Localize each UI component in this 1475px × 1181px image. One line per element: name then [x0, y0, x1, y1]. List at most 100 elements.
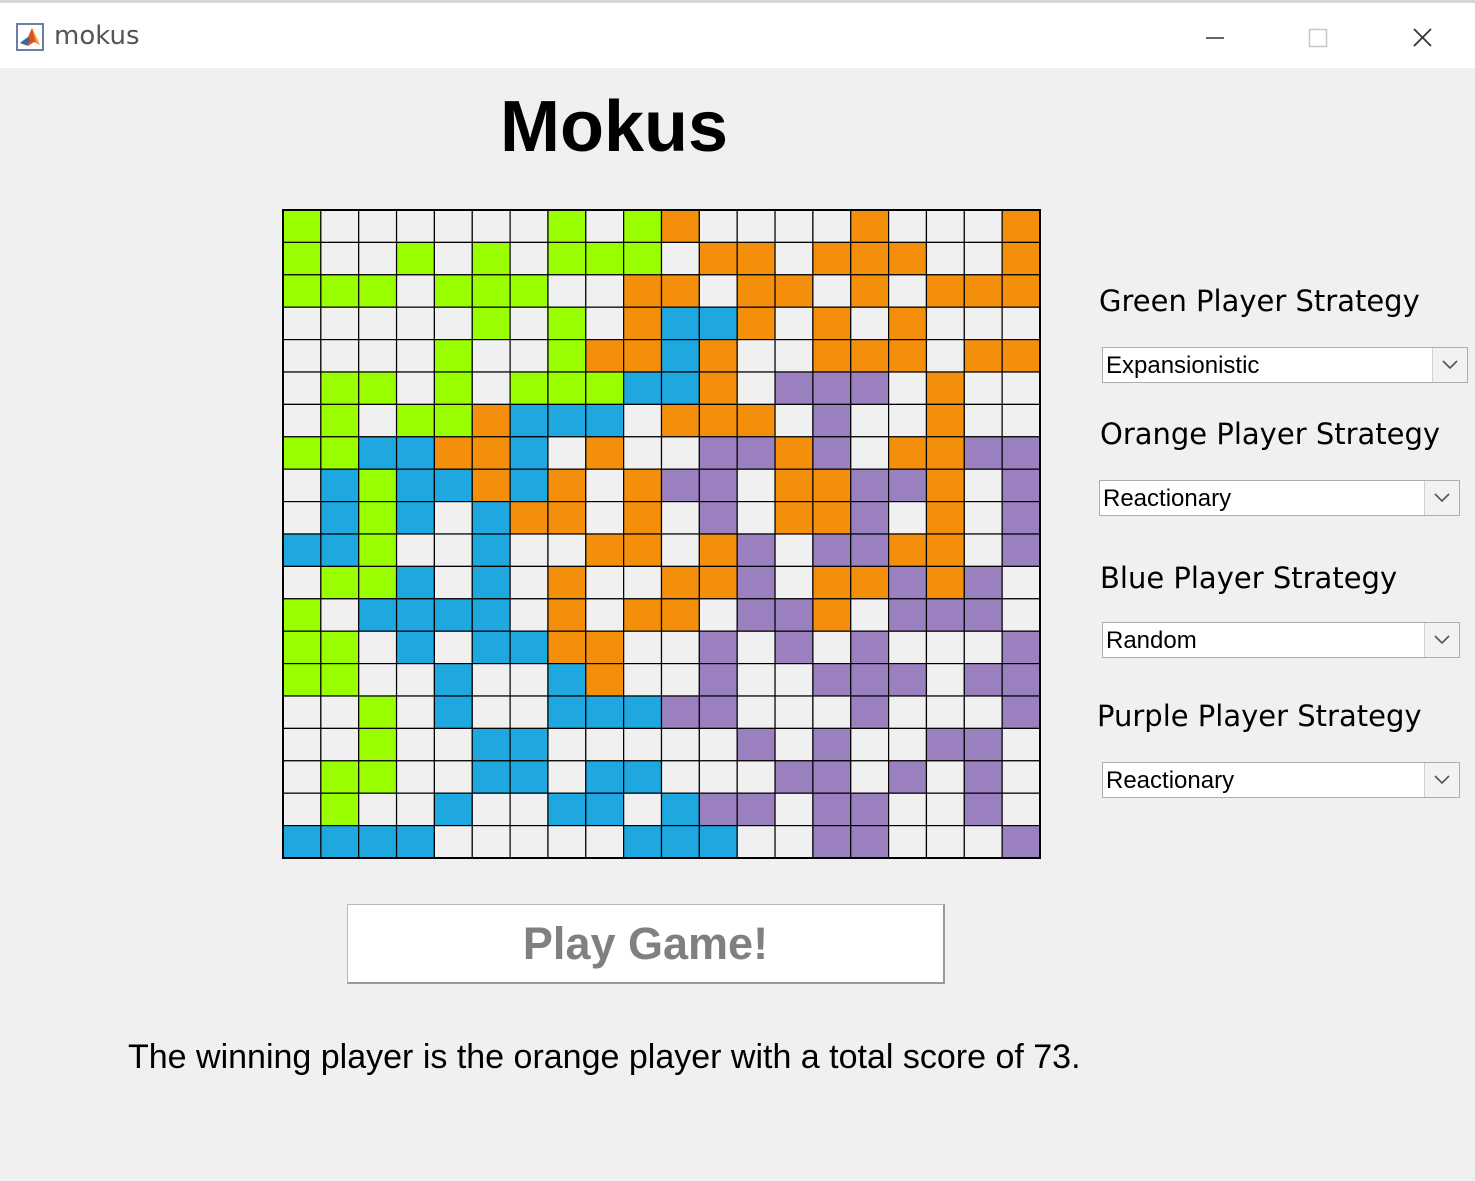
- board-cell-empty[interactable]: [509, 663, 549, 697]
- board-cell-empty[interactable]: [547, 727, 587, 762]
- board-cell-empty[interactable]: [433, 209, 473, 244]
- board-cell-purple[interactable]: [963, 598, 1003, 632]
- board-cell-green[interactable]: [282, 274, 322, 308]
- board-cell-green[interactable]: [623, 209, 663, 244]
- board-cell-green[interactable]: [358, 565, 398, 600]
- board-cell-empty[interactable]: [698, 727, 738, 762]
- board-cell-empty[interactable]: [925, 241, 965, 276]
- board-cell-empty[interactable]: [660, 630, 700, 665]
- board-cell-purple[interactable]: [736, 436, 776, 470]
- board-cell-green[interactable]: [547, 371, 587, 406]
- board-cell-empty[interactable]: [887, 403, 928, 438]
- board-cell-empty[interactable]: [963, 695, 1003, 730]
- board-cell-orange[interactable]: [887, 339, 928, 373]
- board-cell-empty[interactable]: [320, 306, 360, 341]
- board-cell-purple[interactable]: [812, 727, 852, 762]
- board-cell-purple[interactable]: [698, 663, 738, 697]
- board-cell-empty[interactable]: [509, 565, 549, 600]
- board-cell-empty[interactable]: [433, 630, 473, 665]
- board-cell-orange[interactable]: [925, 468, 965, 503]
- board-cell-orange[interactable]: [623, 339, 663, 373]
- board-cell-purple[interactable]: [698, 695, 738, 730]
- board-cell-blue[interactable]: [395, 468, 436, 503]
- board-cell-purple[interactable]: [812, 824, 852, 859]
- board-cell-empty[interactable]: [585, 209, 625, 244]
- board-cell-empty[interactable]: [395, 209, 436, 244]
- board-cell-empty[interactable]: [395, 727, 436, 762]
- board-cell-purple[interactable]: [774, 760, 814, 794]
- board-cell-empty[interactable]: [547, 274, 587, 308]
- board-cell-empty[interactable]: [963, 241, 1003, 276]
- board-cell-blue[interactable]: [320, 533, 360, 568]
- board-cell-empty[interactable]: [698, 598, 738, 632]
- board-cell-empty[interactable]: [887, 274, 928, 308]
- chevron-down-icon[interactable]: [1424, 623, 1459, 657]
- board-cell-blue[interactable]: [358, 598, 398, 632]
- board-cell-orange[interactable]: [925, 533, 965, 568]
- board-cell-green[interactable]: [585, 241, 625, 276]
- board-cell-blue[interactable]: [585, 760, 625, 794]
- board-cell-orange[interactable]: [660, 565, 700, 600]
- board-cell-empty[interactable]: [774, 209, 814, 244]
- board-cell-empty[interactable]: [963, 630, 1003, 665]
- board-cell-green[interactable]: [585, 371, 625, 406]
- board-cell-empty[interactable]: [925, 792, 965, 827]
- board-cell-empty[interactable]: [471, 792, 511, 827]
- board-cell-green[interactable]: [282, 241, 322, 276]
- board-cell-empty[interactable]: [358, 306, 398, 341]
- board-cell-green[interactable]: [320, 403, 360, 438]
- board-cell-empty[interactable]: [698, 760, 738, 794]
- board-cell-empty[interactable]: [358, 403, 398, 438]
- board-cell-green[interactable]: [282, 663, 322, 697]
- board-cell-orange[interactable]: [623, 598, 663, 632]
- board-cell-empty[interactable]: [887, 695, 928, 730]
- board-cell-empty[interactable]: [282, 727, 322, 762]
- board-cell-purple[interactable]: [736, 727, 776, 762]
- board-cell-empty[interactable]: [585, 468, 625, 503]
- board-cell-orange[interactable]: [547, 598, 587, 632]
- board-cell-empty[interactable]: [774, 403, 814, 438]
- board-cell-purple[interactable]: [774, 598, 814, 632]
- board-cell-empty[interactable]: [471, 339, 511, 373]
- board-cell-orange[interactable]: [547, 630, 587, 665]
- board-cell-green[interactable]: [547, 241, 587, 276]
- chevron-down-icon[interactable]: [1424, 763, 1459, 797]
- board-cell-empty[interactable]: [395, 760, 436, 794]
- board-cell-blue[interactable]: [660, 824, 700, 859]
- board-cell-blue[interactable]: [509, 630, 549, 665]
- board-cell-empty[interactable]: [774, 241, 814, 276]
- minimize-button[interactable]: [1166, 11, 1266, 63]
- board-cell-purple[interactable]: [1001, 533, 1041, 568]
- board-cell-orange[interactable]: [850, 241, 890, 276]
- board-cell-empty[interactable]: [395, 695, 436, 730]
- board-cell-empty[interactable]: [812, 209, 852, 244]
- board-cell-empty[interactable]: [282, 565, 322, 600]
- board-cell-empty[interactable]: [850, 306, 890, 341]
- board-cell-green[interactable]: [320, 436, 360, 470]
- board-cell-empty[interactable]: [433, 306, 473, 341]
- board-cell-empty[interactable]: [395, 274, 436, 308]
- board-cell-orange[interactable]: [547, 468, 587, 503]
- board-cell-blue[interactable]: [623, 760, 663, 794]
- board-cell-empty[interactable]: [963, 209, 1003, 244]
- board-cell-empty[interactable]: [395, 306, 436, 341]
- board-cell-blue[interactable]: [660, 792, 700, 827]
- board-cell-empty[interactable]: [320, 598, 360, 632]
- board-cell-blue[interactable]: [395, 501, 436, 535]
- board-cell-empty[interactable]: [433, 824, 473, 859]
- board-cell-purple[interactable]: [887, 565, 928, 600]
- board-cell-purple[interactable]: [887, 663, 928, 697]
- board-cell-empty[interactable]: [963, 501, 1003, 535]
- board-cell-empty[interactable]: [963, 533, 1003, 568]
- board-cell-orange[interactable]: [698, 339, 738, 373]
- board-cell-empty[interactable]: [736, 663, 776, 697]
- board-cell-green[interactable]: [320, 630, 360, 665]
- board-cell-empty[interactable]: [585, 274, 625, 308]
- board-cell-blue[interactable]: [623, 824, 663, 859]
- board-cell-green[interactable]: [358, 727, 398, 762]
- board-cell-orange[interactable]: [471, 403, 511, 438]
- board-cell-purple[interactable]: [698, 468, 738, 503]
- board-cell-empty[interactable]: [282, 403, 322, 438]
- board-cell-orange[interactable]: [433, 436, 473, 470]
- close-button[interactable]: [1373, 11, 1473, 63]
